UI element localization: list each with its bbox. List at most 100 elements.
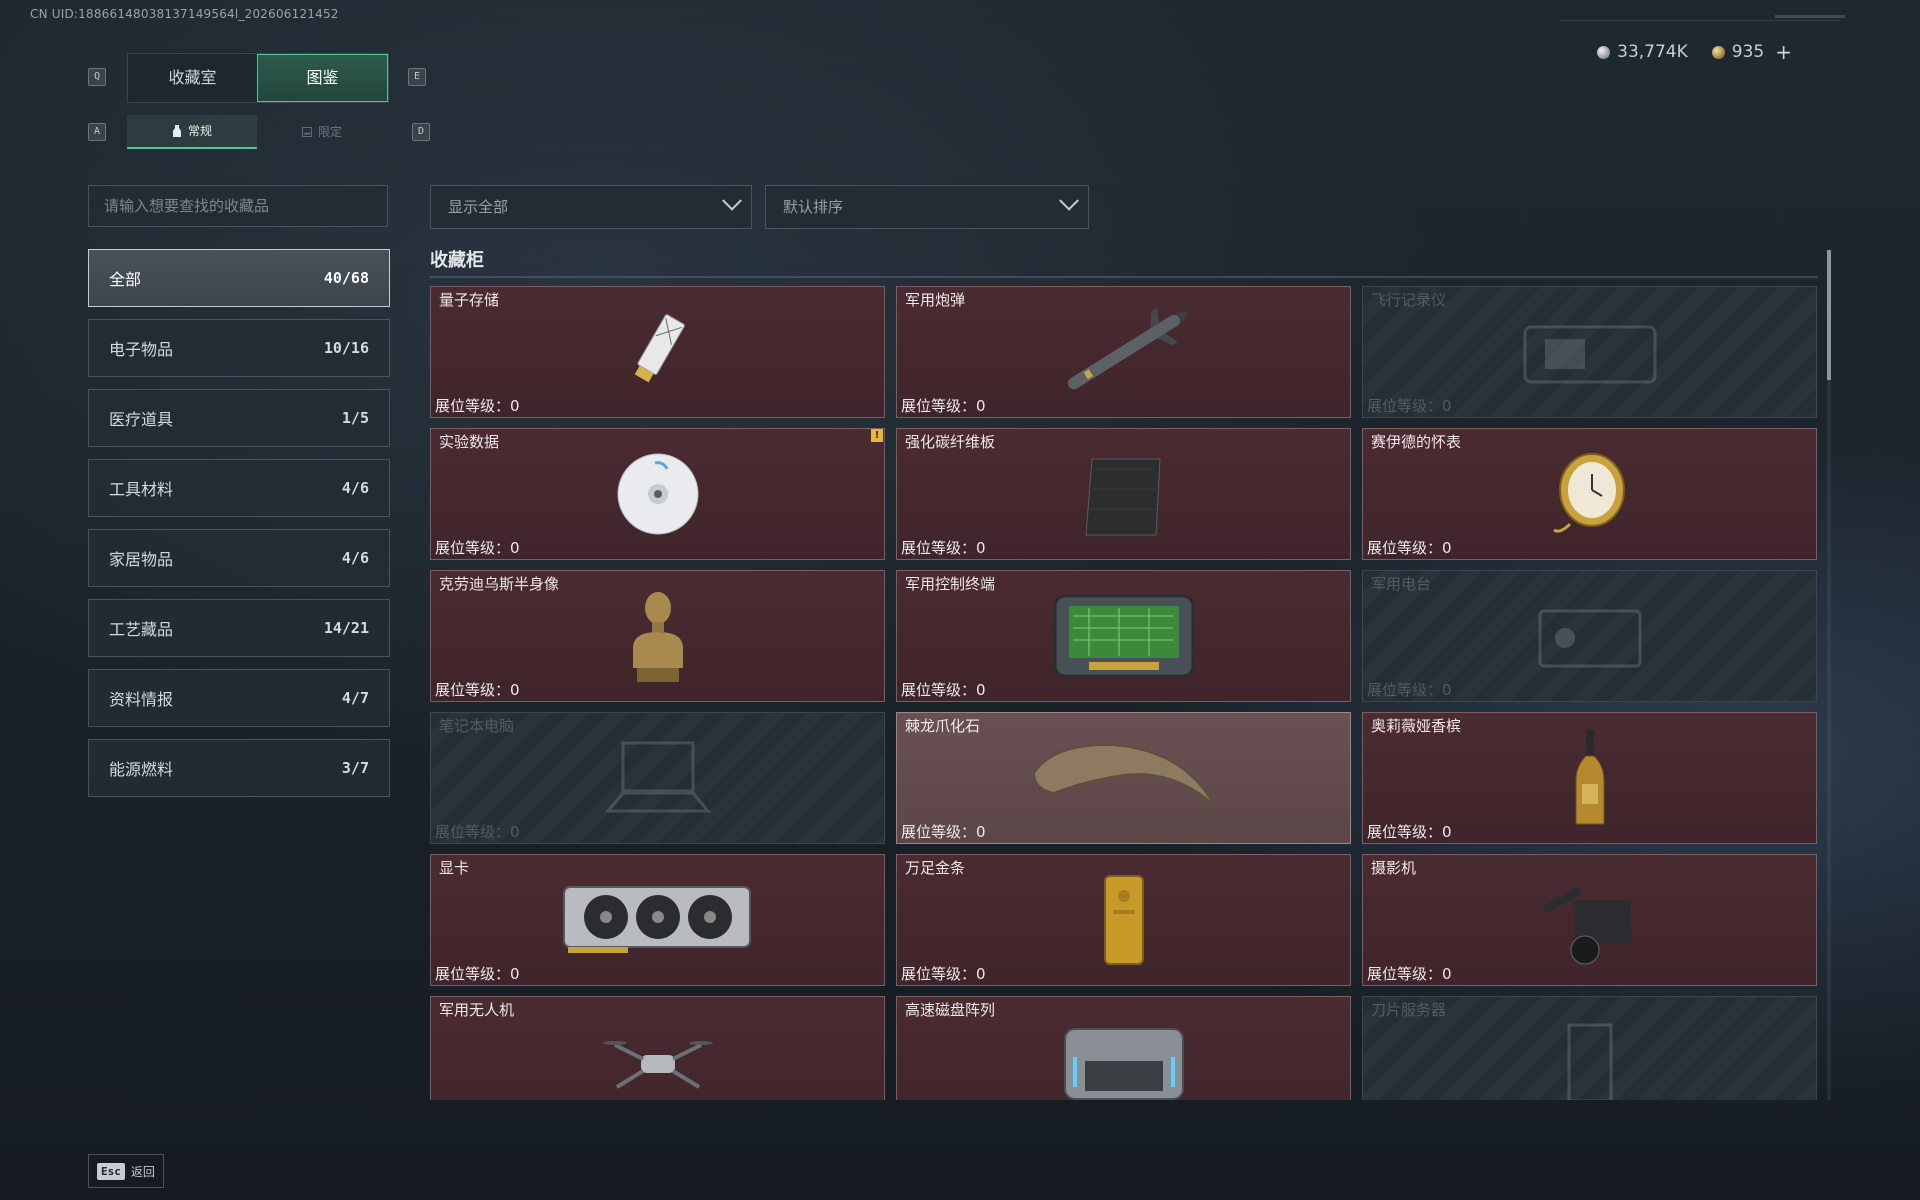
claw-fossil-icon	[1032, 743, 1215, 806]
category-label: 医疗道具	[109, 410, 174, 429]
subtab-regular[interactable]: 常规	[127, 115, 257, 149]
category-count: 4/7	[341, 689, 369, 707]
usb-drive-icon	[634, 314, 685, 383]
back-label: 返回	[130, 1164, 155, 1179]
collection-card[interactable]: 赛伊德的怀表 展位等级：0	[1362, 428, 1817, 560]
collection-card[interactable]: 奥莉薇娅香槟 展位等级：0	[1362, 712, 1817, 844]
category-item-tools[interactable]: 工具材料 4/6	[88, 459, 390, 517]
gold-currency[interactable]: 935 +	[1711, 40, 1792, 64]
main-tabs: 收藏室 图鉴	[127, 53, 389, 103]
missile-icon	[1067, 308, 1188, 390]
item-name: 实验数据	[439, 433, 500, 451]
category-label: 工具材料	[109, 480, 174, 499]
category-item-electronics[interactable]: 电子物品 10/16	[88, 319, 390, 377]
item-name: 显卡	[439, 859, 470, 877]
collection-card[interactable]: 军用电台 展位等级：0	[1362, 570, 1817, 702]
subtab-limited-label: 限定	[317, 125, 342, 139]
item-name: 军用炮弹	[905, 291, 966, 309]
item-name: 奥莉薇娅香槟	[1371, 717, 1462, 735]
collection-card[interactable]: 军用控制终端 展位等级：0	[896, 570, 1351, 702]
collection-card[interactable]: 棘龙爪化石 展位等级：0	[896, 712, 1351, 844]
exhibit-level: 展位等级：0	[435, 539, 520, 557]
collection-card[interactable]: 飞行记录仪 展位等级：0	[1362, 286, 1817, 418]
collection-card[interactable]: 摄影机 展位等级：0	[1362, 854, 1817, 986]
exhibit-level: 展位等级：0	[1367, 965, 1452, 983]
d-key-hint: D	[412, 123, 430, 141]
scrollbar-thumb[interactable]	[1827, 250, 1831, 380]
collection-card[interactable]: 笔记本电脑 展位等级：0	[430, 712, 885, 844]
category-item-medical[interactable]: 医疗道具 1/5	[88, 389, 390, 447]
category-label: 能源燃料	[109, 760, 174, 779]
item-name: 刀片服务器	[1371, 1001, 1447, 1019]
blade-server-icon	[1567, 1023, 1612, 1100]
item-name: 飞行记录仪	[1371, 291, 1447, 309]
gold-amount: 935	[1731, 42, 1765, 62]
exhibit-level: 展位等级：0	[435, 965, 520, 983]
exhibit-level: 展位等级：0	[435, 397, 520, 415]
category-count: 3/7	[341, 759, 369, 777]
carbon-plate-icon	[1084, 458, 1161, 536]
esc-key-hint: Esc	[97, 1162, 125, 1180]
exhibit-level: 展位等级：0	[901, 397, 986, 415]
collection-card[interactable]: 万足金条 展位等级：0	[896, 854, 1351, 986]
a-key-hint: A	[88, 123, 106, 141]
top-indicator	[1775, 15, 1845, 18]
collection-card[interactable]: 强化碳纤维板 展位等级：0	[896, 428, 1351, 560]
category-label: 全部	[109, 270, 142, 289]
collection-card[interactable]: 刀片服务器 展位等级：0	[1362, 996, 1817, 1100]
category-label: 家居物品	[109, 550, 174, 569]
item-name: 万足金条	[905, 859, 966, 877]
e-key-hint: E	[408, 68, 426, 86]
currency-bar: 33,774K 935 +	[1597, 40, 1792, 64]
category-count: 10/16	[323, 339, 369, 357]
filter-value: 显示全部	[448, 198, 509, 216]
bottle-icon	[172, 125, 181, 137]
category-item-all[interactable]: 全部 40/68	[88, 249, 390, 307]
collection-card[interactable]: 克劳迪乌斯半身像 展位等级：0	[430, 570, 885, 702]
category-count: 14/21	[323, 619, 369, 637]
category-item-intel[interactable]: 资料情报 4/7	[88, 669, 390, 727]
collection-card[interactable]: 高速磁盘阵列 展位等级：0	[896, 996, 1351, 1100]
add-currency-button[interactable]: +	[1775, 40, 1792, 64]
category-item-household[interactable]: 家居物品 4/6	[88, 529, 390, 587]
category-label: 工艺藏品	[109, 620, 174, 639]
subtab-limited[interactable]: 限定	[257, 115, 387, 149]
category-label: 电子物品	[109, 340, 174, 359]
tab-catalog[interactable]: 图鉴	[257, 54, 388, 102]
exhibit-level: 展位等级：0	[901, 823, 986, 841]
exhibit-level: 展位等级：0	[435, 823, 520, 841]
item-name: 赛伊德的怀表	[1371, 433, 1462, 451]
item-name: 克劳迪乌斯半身像	[439, 575, 560, 593]
collection-card[interactable]: 军用炮弹 展位等级：0	[896, 286, 1351, 418]
back-button[interactable]: Esc 返回	[88, 1154, 164, 1188]
item-name: 笔记本电脑	[439, 717, 515, 735]
item-name: 高速磁盘阵列	[905, 1001, 996, 1019]
scrollbar[interactable]	[1827, 250, 1831, 1100]
category-count: 4/6	[341, 479, 369, 497]
uid-label: CN UID:18866148038137149564l_20260612145…	[30, 7, 339, 21]
collection-card[interactable]: 实验数据 ! 展位等级：0	[430, 428, 885, 560]
exhibit-level: 展位等级：0	[901, 681, 986, 699]
collection-card[interactable]: 显卡 展位等级：0	[430, 854, 885, 986]
item-name: 强化碳纤维板	[905, 433, 996, 451]
disk-array-icon	[1063, 1028, 1184, 1100]
item-name: 摄影机	[1371, 859, 1417, 877]
item-name: 量子存储	[439, 291, 500, 309]
search-input[interactable]	[88, 185, 388, 227]
chevron-down-icon	[1059, 190, 1079, 211]
sort-dropdown[interactable]: 默认排序	[765, 185, 1089, 229]
exhibit-level: 展位等级：0	[1367, 681, 1452, 699]
laptop-icon	[604, 741, 711, 813]
collection-card[interactable]: 军用无人机 展位等级：0	[430, 996, 885, 1100]
category-count: 4/6	[341, 549, 369, 567]
new-badge: !	[871, 429, 883, 442]
silver-currency: 33,774K	[1597, 42, 1688, 62]
category-item-crafts[interactable]: 工艺藏品 14/21	[88, 599, 390, 657]
tab-collection-room[interactable]: 收藏室	[128, 54, 257, 102]
category-item-energy[interactable]: 能源燃料 3/7	[88, 739, 390, 797]
collection-card[interactable]: 量子存储 展位等级：0	[430, 286, 885, 418]
sub-tabs: 常规 限定	[127, 115, 387, 149]
champagne-bottle-icon	[1575, 730, 1604, 825]
filter-dropdown[interactable]: 显示全部	[430, 185, 752, 229]
radio-icon	[1538, 609, 1641, 668]
